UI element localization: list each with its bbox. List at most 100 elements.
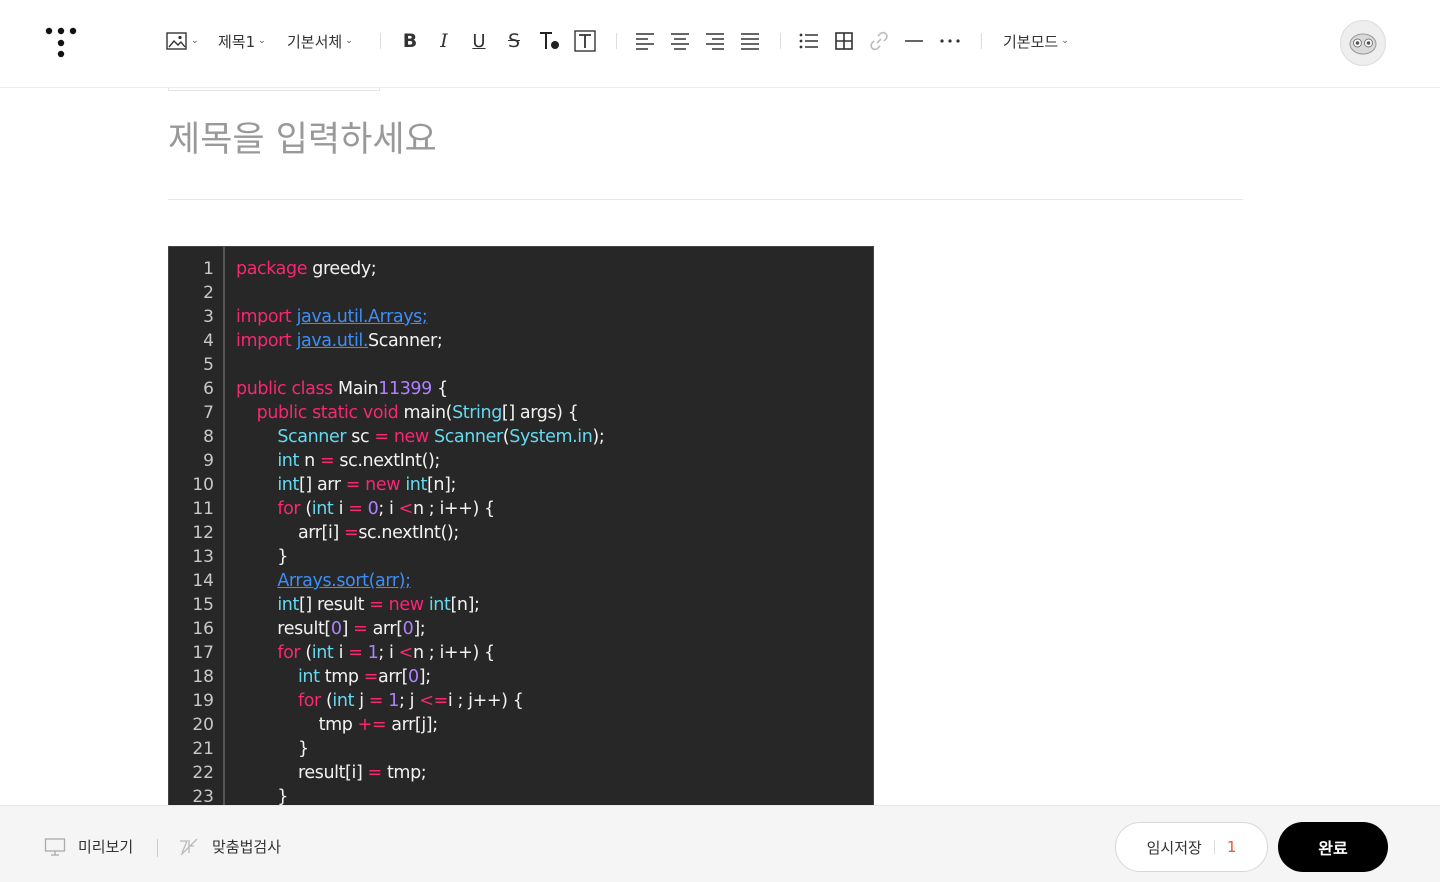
line-number: 18 bbox=[192, 667, 214, 687]
line-number: 1 bbox=[203, 259, 214, 279]
underline-button[interactable]: U bbox=[469, 26, 489, 56]
text-style-dropdown[interactable]: 제목1 ⌄ bbox=[218, 26, 266, 56]
line-number: 19 bbox=[192, 691, 214, 711]
more-options-button[interactable] bbox=[939, 26, 961, 56]
avatar[interactable] bbox=[1340, 20, 1386, 66]
editor-mode-label: 기본모드 bbox=[1003, 32, 1059, 51]
code-line: arr[i] =sc.nextInt(); bbox=[236, 523, 459, 543]
code-line: for (int i = 1; i <n ; i++) { bbox=[277, 643, 495, 663]
toolbar-divider bbox=[616, 33, 617, 49]
chevron-down-icon: ⌄ bbox=[258, 36, 266, 46]
preview-button[interactable]: 미리보기 bbox=[44, 836, 133, 857]
font-label: 기본서체 bbox=[287, 32, 343, 51]
spellcheck-label: 맞춤법검사 bbox=[212, 838, 282, 856]
line-number: 5 bbox=[203, 355, 214, 375]
code-line: for (int i = 0; i <n ; i++) { bbox=[277, 499, 495, 519]
bottom-divider bbox=[157, 839, 158, 857]
align-justify-button[interactable] bbox=[739, 26, 761, 56]
line-number: 22 bbox=[192, 763, 214, 783]
line-number: 3 bbox=[203, 307, 214, 327]
horizontal-line-icon bbox=[904, 26, 924, 56]
line-number: 4 bbox=[203, 331, 214, 351]
code-line: int tmp =arr[0]; bbox=[297, 667, 431, 687]
code-line: Scanner sc = new Scanner(System.in); bbox=[277, 427, 605, 447]
code-line: public class Main11399 { bbox=[236, 379, 448, 399]
code-line: } bbox=[236, 739, 309, 759]
code-block[interactable]: 1 2 3 4 5 6 7 8 9 10 11 12 13 14 15 16 1… bbox=[168, 246, 874, 806]
code-content[interactable]: package greedy; import java.util.Arrays; i… bbox=[236, 247, 866, 805]
code-line: int[] arr = new int[n]; bbox=[277, 475, 456, 495]
strikethrough-button[interactable]: S bbox=[504, 26, 524, 56]
save-draft-button[interactable]: 임시저장 1 bbox=[1115, 822, 1268, 872]
italic-icon: I bbox=[440, 30, 448, 52]
code-line: public static void main(String[] args) { bbox=[256, 403, 579, 423]
toolbar-divider bbox=[380, 33, 381, 49]
align-center-button[interactable] bbox=[669, 26, 691, 56]
editor-mode-dropdown[interactable]: 기본모드 ⌄ bbox=[1003, 26, 1069, 56]
toolbar-divider bbox=[780, 33, 781, 49]
preview-label: 미리보기 bbox=[78, 838, 134, 856]
line-number: 16 bbox=[192, 619, 214, 639]
tistory-logo[interactable] bbox=[42, 22, 82, 62]
font-dropdown[interactable]: 기본서체 ⌄ bbox=[287, 26, 353, 56]
line-number-gutter: 1 2 3 4 5 6 7 8 9 10 11 12 13 14 15 16 1… bbox=[169, 247, 225, 805]
category-tab-edge bbox=[168, 88, 380, 91]
code-line: for (int j = 1; j <=i ; j++) { bbox=[297, 691, 524, 711]
align-right-icon bbox=[704, 26, 726, 56]
text-color-icon bbox=[538, 26, 562, 56]
code-line: tmp += arr[j]; bbox=[236, 715, 439, 735]
line-number: 13 bbox=[192, 547, 214, 567]
line-number: 11 bbox=[192, 499, 214, 519]
code-line: } bbox=[236, 547, 289, 567]
avatar-face-icon bbox=[1349, 33, 1377, 55]
text-color-button[interactable] bbox=[538, 26, 562, 56]
spellcheck-button[interactable]: 맞춤법검사 bbox=[178, 836, 281, 857]
insert-table-button[interactable] bbox=[834, 26, 854, 56]
code-line: result[i] = tmp; bbox=[236, 763, 427, 783]
draft-count[interactable]: 1 bbox=[1227, 838, 1237, 856]
line-number: 17 bbox=[192, 643, 214, 663]
draft-divider bbox=[1213, 840, 1215, 854]
line-number: 2 bbox=[203, 283, 214, 303]
code-line: import java.util.Arrays; bbox=[236, 307, 428, 327]
bold-button[interactable]: B bbox=[400, 26, 420, 56]
horizontal-line-button[interactable] bbox=[904, 26, 924, 56]
bottom-action-bar: 미리보기 맞춤법검사 임시저장 1 완료 bbox=[0, 805, 1440, 882]
line-number: 15 bbox=[192, 595, 214, 615]
line-number: 8 bbox=[203, 427, 214, 447]
spellcheck-icon bbox=[180, 838, 198, 855]
code-line: int[] result = new int[n]; bbox=[277, 595, 480, 615]
background-color-button[interactable] bbox=[574, 26, 596, 56]
code-line: result[0] = arr[0]; bbox=[236, 619, 426, 639]
underline-icon: U bbox=[472, 30, 486, 52]
strikethrough-icon: S bbox=[507, 30, 521, 52]
link-icon bbox=[869, 26, 889, 56]
line-number: 20 bbox=[192, 715, 214, 735]
code-line: Arrays.sort(arr); bbox=[277, 571, 411, 591]
save-draft-label: 임시저장 bbox=[1146, 838, 1202, 857]
align-right-button[interactable] bbox=[704, 26, 726, 56]
line-number: 10 bbox=[192, 475, 214, 495]
bullet-list-icon bbox=[798, 26, 820, 56]
image-icon bbox=[166, 26, 188, 56]
line-number: 7 bbox=[203, 403, 214, 423]
align-center-icon bbox=[669, 26, 691, 56]
code-line: import java.util.Scanner; bbox=[236, 331, 443, 351]
publish-button[interactable]: 완료 bbox=[1278, 822, 1388, 872]
editor-toolbar: ⌄ 제목1 ⌄ 기본서체 ⌄ B I U S 기본모드 ⌄ bbox=[0, 0, 1440, 88]
post-title-input[interactable] bbox=[168, 116, 1243, 200]
italic-button[interactable]: I bbox=[434, 26, 454, 56]
bullet-list-button[interactable] bbox=[798, 26, 820, 56]
align-left-icon bbox=[634, 26, 656, 56]
line-number: 23 bbox=[192, 787, 214, 806]
insert-image-dropdown[interactable]: ⌄ bbox=[166, 26, 199, 56]
monitor-icon bbox=[44, 837, 66, 856]
insert-link-button[interactable] bbox=[869, 26, 889, 56]
chevron-down-icon: ⌄ bbox=[345, 36, 353, 46]
align-left-button[interactable] bbox=[634, 26, 656, 56]
chevron-down-icon: ⌄ bbox=[1061, 36, 1069, 46]
more-horizontal-icon bbox=[939, 26, 961, 56]
code-line: int n = sc.nextInt(); bbox=[277, 451, 440, 471]
line-number: 6 bbox=[203, 379, 214, 399]
bold-icon: B bbox=[402, 30, 418, 52]
